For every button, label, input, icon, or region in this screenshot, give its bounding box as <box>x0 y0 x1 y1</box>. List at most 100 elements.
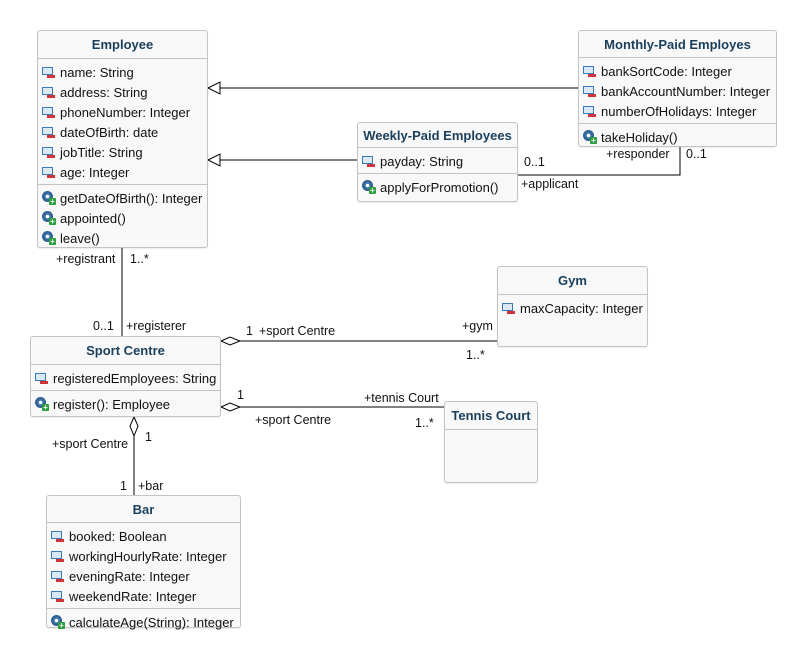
attribute-text: jobTitle: String <box>60 144 143 160</box>
class-title: Employee <box>38 31 207 59</box>
class-sport[interactable]: Sport Centre registeredEmployees: String +… <box>30 336 221 417</box>
multiplicity-role-label: 0..1 <box>686 147 707 161</box>
operation-icon: + <box>51 615 65 630</box>
attributes-section <box>445 430 537 435</box>
attributes-section: name: String address: String phoneNumber: … <box>38 59 207 185</box>
operation-text: takeHoliday() <box>601 129 678 145</box>
operation-icon: + <box>42 211 56 226</box>
class-title: Gym <box>498 267 647 295</box>
attribute-text: bankAccountNumber: Integer <box>601 83 771 99</box>
attributes-section: maxCapacity: Integer <box>498 295 647 320</box>
attribute-text: name: String <box>60 64 134 80</box>
attribute-text: payday: String <box>380 153 464 169</box>
class-bar[interactable]: Bar booked: Boolean workingHourlyRate: Int… <box>46 495 241 630</box>
attribute-row[interactable]: eveningRate: Integer <box>47 566 240 586</box>
operation-row[interactable]: + register(): Employee <box>31 394 220 414</box>
attributes-section: registeredEmployees: String <box>31 365 220 391</box>
uml-class-diagram: Employee name: String address: String phone… <box>0 0 806 659</box>
attribute-row[interactable]: address: String <box>38 82 207 102</box>
multiplicity-role-label: 0..1 <box>524 155 545 169</box>
attributes-section: bankSortCode: Integer bankAccountNumber: … <box>579 58 776 124</box>
attribute-icon <box>42 165 56 179</box>
class-title: Sport Centre <box>31 337 220 365</box>
operations-section: + getDateOfBirth(): Integer + appointed() + l… <box>38 185 207 250</box>
attribute-icon <box>42 145 56 159</box>
operation-row[interactable]: + appointed() <box>38 208 207 228</box>
attribute-icon <box>51 549 65 563</box>
attribute-row[interactable]: weekendRate: Integer <box>47 586 240 606</box>
operation-row[interactable]: + applyForPromotion() <box>358 177 517 197</box>
operation-row[interactable]: + leave() <box>38 228 207 248</box>
class-tennis[interactable]: Tennis Court <box>444 401 538 483</box>
attribute-row[interactable]: phoneNumber: Integer <box>38 102 207 122</box>
class-title: Bar <box>47 496 240 523</box>
operations-section: + calculateAge(String): Integer <box>47 609 240 634</box>
multiplicity-role-label: +sport Centre <box>52 437 129 451</box>
operations-section: + applyForPromotion() <box>358 174 517 199</box>
attribute-row[interactable]: workingHourlyRate: Integer <box>47 546 240 566</box>
attribute-row[interactable]: age: Integer <box>38 162 207 182</box>
class-employee[interactable]: Employee name: String address: String phone… <box>37 30 208 248</box>
operation-icon: + <box>362 180 376 195</box>
attribute-text: bankSortCode: Integer <box>601 63 732 79</box>
class-title: Monthly-Paid Employes <box>579 31 776 58</box>
attribute-row[interactable]: maxCapacity: Integer <box>498 298 647 318</box>
operation-icon: + <box>42 191 56 206</box>
attribute-icon <box>42 65 56 79</box>
operations-section: + register(): Employee <box>31 391 220 416</box>
attribute-icon <box>42 125 56 139</box>
generalization-arrowhead <box>206 153 221 167</box>
operation-text: leave() <box>60 230 100 246</box>
attribute-row[interactable]: bankAccountNumber: Integer <box>579 81 776 101</box>
attribute-row[interactable]: booked: Boolean <box>47 526 240 546</box>
aggregation-diamond <box>219 402 242 412</box>
class-weekly[interactable]: Weekly-Paid Employees payday: String + appl… <box>357 122 518 202</box>
attribute-icon <box>51 529 65 543</box>
attribute-text: maxCapacity: Integer <box>520 300 643 316</box>
attribute-text: address: String <box>60 84 148 100</box>
attribute-text: age: Integer <box>60 164 130 180</box>
class-gym[interactable]: Gym maxCapacity: Integer <box>497 266 648 347</box>
operation-text: applyForPromotion() <box>380 179 499 195</box>
multiplicity-role-label: 1..* <box>415 416 434 430</box>
attribute-icon <box>42 105 56 119</box>
attribute-text: eveningRate: Integer <box>69 568 190 584</box>
multiplicity-role-label: +applicant <box>521 177 579 191</box>
class-title: Weekly-Paid Employees <box>358 123 517 148</box>
attribute-text: registeredEmployees: String <box>53 370 217 386</box>
attribute-icon <box>42 85 56 99</box>
attribute-text: booked: Boolean <box>69 528 167 544</box>
multiplicity-role-label: 1 <box>145 430 152 444</box>
attribute-text: workingHourlyRate: Integer <box>69 548 227 564</box>
attribute-row[interactable]: dateOfBirth: date <box>38 122 207 142</box>
operation-row[interactable]: + takeHoliday() <box>579 127 776 147</box>
multiplicity-role-label: 1 <box>237 388 244 402</box>
attributes-section: payday: String <box>358 148 517 174</box>
aggregation-diamond <box>219 336 242 346</box>
operation-text: appointed() <box>60 210 126 226</box>
attribute-row[interactable]: payday: String <box>358 151 517 171</box>
operations-section: + takeHoliday() <box>579 124 776 149</box>
attribute-text: dateOfBirth: date <box>60 124 159 140</box>
operation-text: getDateOfBirth(): Integer <box>60 190 203 206</box>
multiplicity-role-label: 1 <box>246 324 253 338</box>
multiplicity-role-label: +registrant <box>56 252 116 266</box>
attribute-icon <box>51 569 65 583</box>
attribute-icon <box>583 104 597 118</box>
multiplicity-role-label: +sport Centre <box>255 413 332 427</box>
attribute-row[interactable]: numberOfHolidays: Integer <box>579 101 776 121</box>
attribute-row[interactable]: jobTitle: String <box>38 142 207 162</box>
class-title: Tennis Court <box>445 402 537 430</box>
multiplicity-role-label: +sport Centre <box>259 324 336 338</box>
operation-row[interactable]: + calculateAge(String): Integer <box>47 612 240 632</box>
operation-icon: + <box>583 130 597 145</box>
attribute-icon <box>583 84 597 98</box>
attribute-icon <box>35 371 49 385</box>
class-monthly[interactable]: Monthly-Paid Employes bankSortCode: Integ… <box>578 30 777 147</box>
operation-row[interactable]: + getDateOfBirth(): Integer <box>38 188 207 208</box>
attribute-row[interactable]: registeredEmployees: String <box>31 368 220 388</box>
attribute-icon <box>362 154 376 168</box>
attribute-row[interactable]: name: String <box>38 62 207 82</box>
multiplicity-role-label: +bar <box>138 479 164 493</box>
attribute-row[interactable]: bankSortCode: Integer <box>579 61 776 81</box>
